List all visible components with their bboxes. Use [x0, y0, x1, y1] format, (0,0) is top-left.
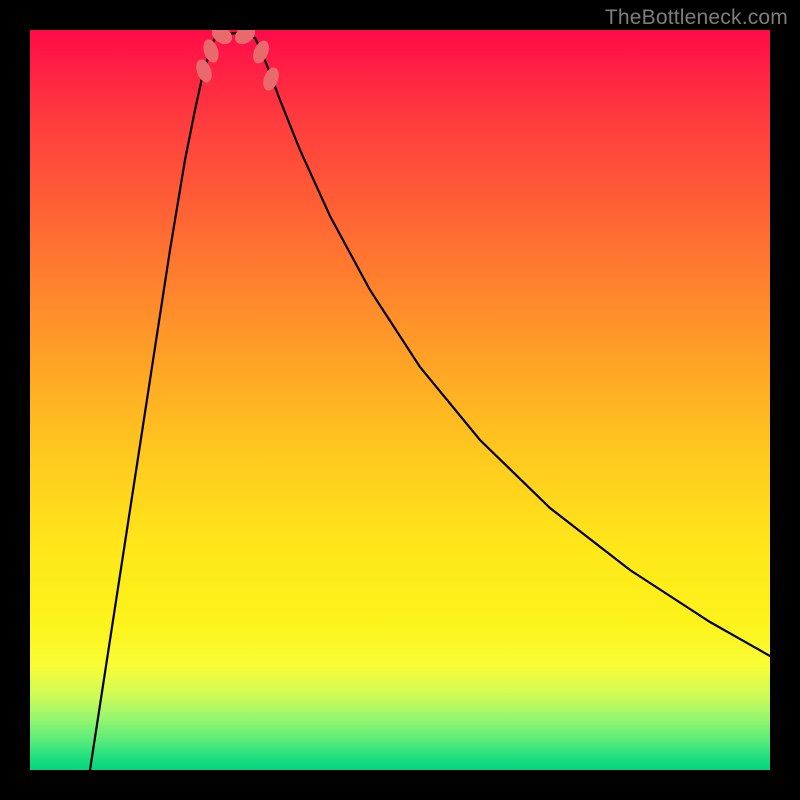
curve-left-branch	[90, 38, 215, 770]
watermark-text: TheBottleneck.com	[605, 6, 788, 30]
plot-area	[30, 30, 770, 770]
data-marker	[250, 38, 272, 65]
data-marker	[260, 65, 281, 92]
chart-frame: TheBottleneck.com	[0, 0, 800, 800]
curve-layer	[30, 30, 770, 770]
curve-right-branch	[255, 38, 770, 656]
